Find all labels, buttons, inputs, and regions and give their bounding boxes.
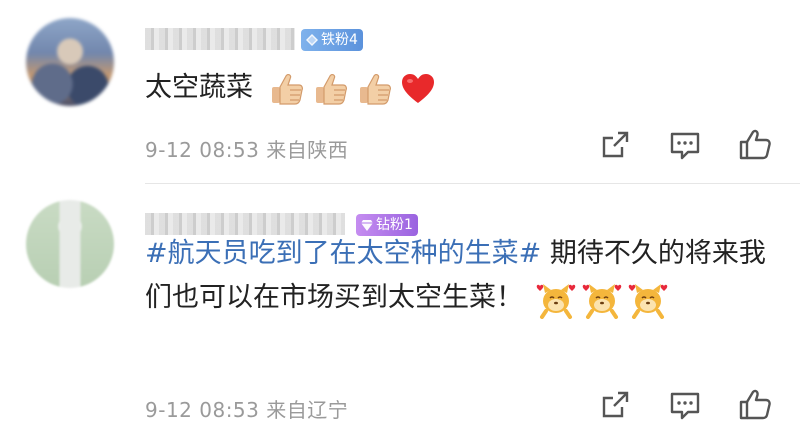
doge-heart-icon <box>582 283 621 319</box>
comment-time: 9-12 08:53 <box>145 398 260 422</box>
badge-label: 铁粉4 <box>321 32 358 48</box>
comment-item[interactable]: 钻粉1 #航天员吃到了在太空种的生菜# 期待不久的将来我们也可以在市场买到太空生… <box>0 184 800 441</box>
comment-body: 太空蔬菜 <box>145 72 253 103</box>
comment-actions <box>598 388 772 422</box>
comment-meta: 9-12 08:53 来自辽宁 <box>145 394 348 423</box>
comment-location: 来自陕西 <box>266 138 349 162</box>
doge-heart-icon <box>536 283 575 319</box>
diamond-icon <box>306 34 318 46</box>
comment-text: 太空蔬菜 <box>145 66 772 110</box>
avatar[interactable] <box>26 18 114 106</box>
comment-actions <box>598 128 772 162</box>
comment-meta: 9-12 08:53 来自陕西 <box>145 134 348 163</box>
username-blurred[interactable] <box>145 28 295 50</box>
comment-icon[interactable] <box>668 388 702 422</box>
avatar[interactable] <box>26 200 114 288</box>
like-icon[interactable] <box>738 388 772 422</box>
comment-icon[interactable] <box>668 128 702 162</box>
red-heart-icon <box>401 73 434 103</box>
thumbs-up-icon <box>315 73 347 105</box>
doge-heart-icon <box>628 283 667 319</box>
thumbs-up-icon <box>359 73 391 105</box>
thumbs-up-icon <box>271 73 303 105</box>
comment-location: 来自辽宁 <box>266 398 349 422</box>
share-icon[interactable] <box>598 128 632 162</box>
comment-time: 9-12 08:53 <box>145 138 260 162</box>
like-icon[interactable] <box>738 128 772 162</box>
share-icon[interactable] <box>598 388 632 422</box>
diamond-icon <box>361 220 373 231</box>
comment-item[interactable]: 铁粉4 太空蔬菜 9-12 08:53 来自陕西 <box>0 0 800 183</box>
fan-badge[interactable]: 铁粉4 <box>301 29 363 51</box>
hashtag-link[interactable]: #航天员吃到了在太空种的生菜# <box>145 238 541 269</box>
comment-text: #航天员吃到了在太空种的生菜# 期待不久的将来我们也可以在市场买到太空生菜！ <box>145 232 772 320</box>
